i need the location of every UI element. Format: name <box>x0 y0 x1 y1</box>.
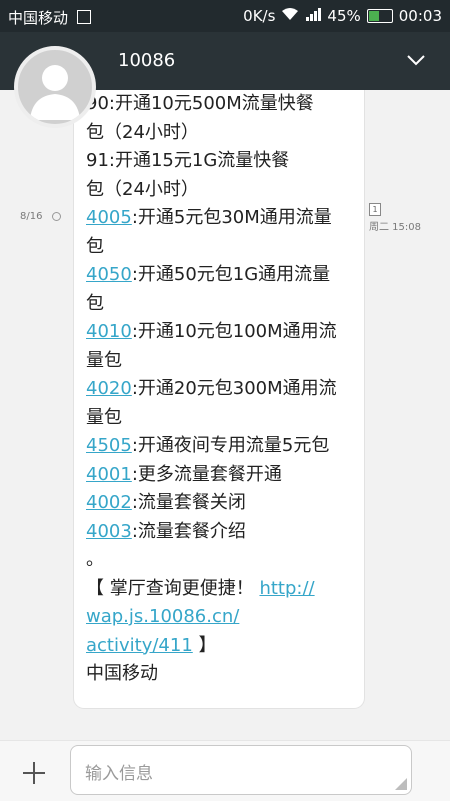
line-text: 。 <box>86 549 104 570</box>
line-text: 【 掌厅查询更便捷！ <box>86 577 260 599</box>
contact-name[interactable]: 10086 <box>118 50 175 71</box>
service-code-link[interactable]: 4002 <box>86 492 132 513</box>
clock: 00:03 <box>398 7 442 25</box>
line-text: 中国移动 <box>86 663 158 684</box>
sim-card-icon <box>76 10 91 24</box>
status-right: 0K/s 45% 00:03 <box>243 7 442 25</box>
url-link[interactable]: activity/411 <box>86 635 193 656</box>
message-line: 4001:更多流量套餐开通 <box>86 461 356 490</box>
service-code-link[interactable]: 4003 <box>86 521 132 542</box>
message-line: activity/411 】 <box>86 632 356 661</box>
message-input-placeholder: 输入信息 <box>85 764 153 784</box>
line-text: 包（24小时） <box>86 121 199 143</box>
status-bar: 中国移动 0K/s 45% 00:03 <box>0 0 450 32</box>
timeline-dot-icon <box>52 212 61 221</box>
message-line: 4010:开通10元包100M通用流 <box>86 318 356 347</box>
network-speed: 0K/s <box>243 7 276 25</box>
resize-corner-icon <box>395 778 407 790</box>
message-list[interactable]: 90:开通10元500M流量快餐 包（24小时） 91:开通15元1G流量快餐 包（2… <box>0 90 450 740</box>
line-text: :开通夜间专用流量5元包 <box>131 435 330 456</box>
message-line: 4020:开通20元包300M通用流 <box>86 375 356 404</box>
message-line: 包（24小时） <box>86 119 356 148</box>
message-text: 90:开通10元500M流量快餐 包（24小时） 91:开通15元1G流量快餐 包（2… <box>86 90 356 689</box>
wifi-icon <box>281 7 299 25</box>
service-code-link[interactable]: 4010 <box>86 321 132 342</box>
contact-avatar[interactable] <box>14 46 96 128</box>
line-text: :开通50元包1G通用流量 <box>131 264 331 285</box>
battery-fill <box>368 11 379 21</box>
message-line: 中国移动 <box>86 660 356 689</box>
service-code-link[interactable]: 4001 <box>86 464 132 485</box>
person-avatar-icon <box>30 65 80 120</box>
line-text: 包（24小时） <box>86 178 199 200</box>
line-text: 量包 <box>86 406 122 428</box>
url-link[interactable]: wap.js.10086.cn/ <box>86 606 239 627</box>
message-line: 量包 <box>86 404 356 433</box>
line-text: :开通20元包300M通用流 <box>131 378 337 399</box>
carrier-name: 中国移动 <box>8 9 69 27</box>
line-text: :开通5元包30M通用流量 <box>131 207 332 228</box>
url-link[interactable]: http:// <box>259 578 314 599</box>
message-line: 91:开通15元1G流量快餐 <box>86 147 356 176</box>
message-line: 包 <box>86 290 356 319</box>
sim-badge: 1 <box>369 203 381 216</box>
line-text: :流量套餐介绍 <box>131 520 246 542</box>
battery-icon <box>366 9 393 23</box>
service-code-link[interactable]: 4050 <box>86 264 132 285</box>
line-text: 量包 <box>86 349 122 371</box>
battery-percent: 45% <box>327 7 361 25</box>
service-code-link[interactable]: 4505 <box>86 435 132 456</box>
composer-bar: 输入信息 <box>0 740 450 801</box>
message-line: 。 <box>86 546 356 575</box>
message-line: 量包 <box>86 347 356 376</box>
message-line: 【 掌厅查询更便捷！ http:// <box>86 575 356 604</box>
message-line: 4050:开通50元包1G通用流量 <box>86 261 356 290</box>
message-time: 周二 15:08 <box>369 222 421 233</box>
message-input[interactable]: 输入信息 <box>70 745 412 795</box>
message-line: 4003:流量套餐介绍 <box>86 518 356 547</box>
line-text: :更多流量套餐开通 <box>131 463 282 485</box>
plus-icon[interactable] <box>20 759 48 787</box>
message-line: 4002:流量套餐关闭 <box>86 489 356 518</box>
line-text: 90:开通10元500M流量快餐 <box>86 93 314 114</box>
message-date: 8/16 <box>20 211 43 222</box>
message-line: 90:开通10元500M流量快餐 <box>86 90 356 119</box>
line-text: :开通10元包100M通用流 <box>131 321 337 342</box>
line-text: :流量套餐关闭 <box>131 492 246 513</box>
service-code-link[interactable]: 4020 <box>86 378 132 399</box>
line-text: 】 <box>192 634 217 656</box>
message-line: 包 <box>86 233 356 262</box>
status-left: 中国移动 <box>8 7 91 28</box>
message-line: 包（24小时） <box>86 176 356 205</box>
line-text: 包 <box>86 235 104 257</box>
chevron-down-icon[interactable] <box>406 50 426 70</box>
line-text: 包 <box>86 292 104 314</box>
message-line: 4005:开通5元包30M通用流量 <box>86 204 356 233</box>
message-line: 4505:开通夜间专用流量5元包 <box>86 432 356 461</box>
signal-icon <box>305 7 322 25</box>
service-code-link[interactable]: 4005 <box>86 207 132 228</box>
line-text: 91:开通15元1G流量快餐 <box>86 150 290 171</box>
message-line: wap.js.10086.cn/ <box>86 603 356 632</box>
